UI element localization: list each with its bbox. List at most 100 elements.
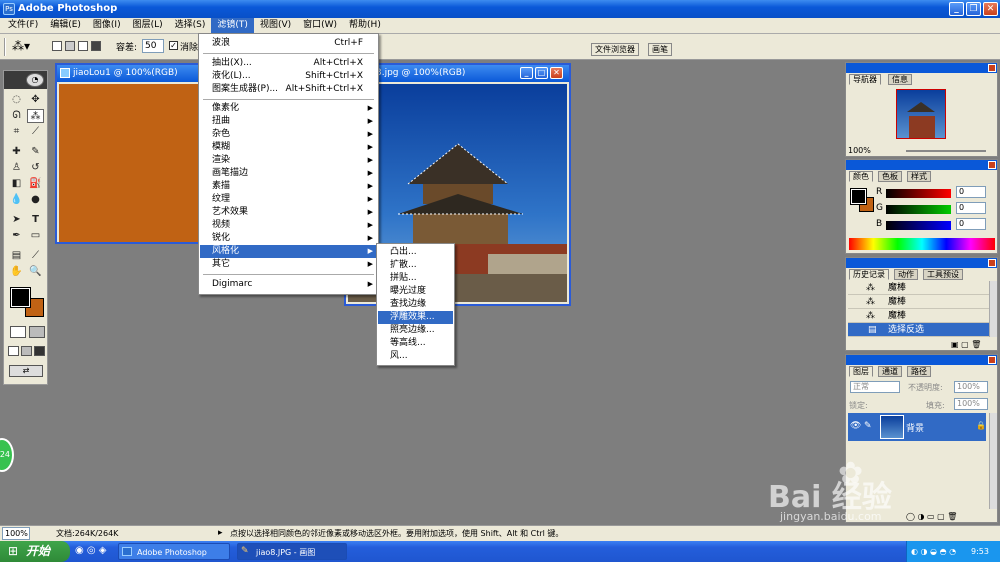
stylize-solarize[interactable]: 曝光过度 — [378, 285, 453, 298]
stylize-diffuse[interactable]: 扩散... — [378, 259, 453, 272]
navigator-zoom[interactable]: 100% — [848, 146, 871, 155]
layer-thumbnail[interactable] — [880, 415, 904, 439]
filter-other-item[interactable]: 其它 ▶ — [200, 258, 377, 271]
menu-file[interactable]: 文件(F) — [2, 18, 44, 33]
document-1-title[interactable]: jiaoLou1 @ 100%(RGB) — [57, 65, 200, 82]
layer-name[interactable]: 背景 — [906, 421, 924, 434]
palette-header[interactable] — [846, 355, 997, 365]
task-paint[interactable]: jiao8.JPG - 画图 — [237, 543, 347, 560]
menu-window[interactable]: 窗口(W) — [297, 18, 343, 33]
tab-tool-presets[interactable]: 工具预设 — [923, 269, 963, 280]
menu-help[interactable]: 帮助(H) — [343, 18, 387, 33]
menu-select[interactable]: 选择(S) — [169, 18, 212, 33]
brush-tool-icon[interactable]: ✎ — [27, 145, 44, 159]
layers-scrollbar[interactable] — [989, 413, 997, 509]
slice-tool-icon[interactable]: ⟋ — [27, 125, 44, 139]
new-selection-icon[interactable] — [52, 41, 62, 51]
crop-tool-icon[interactable]: ⌗ — [8, 125, 25, 139]
filter-distort-item[interactable]: 扭曲 ▶ — [200, 115, 377, 128]
palette-header[interactable] — [846, 258, 997, 268]
stylize-emboss[interactable]: 浮雕效果... — [378, 311, 453, 324]
clock[interactable]: 9:53 — [971, 541, 989, 562]
filter-sharpen-item[interactable]: 锐化 ▶ — [200, 232, 377, 245]
opacity-input[interactable]: 100% — [954, 381, 988, 393]
filter-liquify-item[interactable]: 液化(L)... Shift+Ctrl+X — [200, 70, 377, 83]
menu-image[interactable]: 图像(I) — [87, 18, 127, 33]
stylize-find-edges[interactable]: 查找边缘 — [378, 298, 453, 311]
screen-mode-standard-icon[interactable] — [8, 346, 19, 356]
tab-color[interactable]: 颜色 — [849, 171, 873, 182]
restore-button[interactable]: ❐ — [966, 2, 981, 16]
stylize-tiles[interactable]: 拼贴... — [378, 272, 453, 285]
stylize-glowing-edges[interactable]: 照亮边缘... — [378, 324, 453, 337]
paint-bucket-icon[interactable]: ⛽ — [27, 177, 44, 191]
antialias-checkbox[interactable]: ✓ — [169, 41, 178, 50]
dodge-tool-icon[interactable]: ● — [27, 193, 44, 207]
g-value[interactable]: 0 — [956, 202, 986, 214]
task-photoshop[interactable]: Adobe Photoshop — [118, 543, 230, 560]
b-value[interactable]: 0 — [956, 218, 986, 230]
pen-tool-icon[interactable]: ✒ — [8, 229, 25, 243]
r-value[interactable]: 0 — [956, 186, 986, 198]
history-scrollbar[interactable] — [989, 281, 997, 337]
foreground-color-swatch[interactable] — [10, 287, 31, 308]
filter-artistic-item[interactable]: 艺术效果 ▶ — [200, 206, 377, 219]
tab-swatches[interactable]: 色板 — [878, 171, 902, 182]
intersect-selection-icon[interactable] — [91, 41, 101, 51]
magic-wand-preset-icon[interactable]: ⁂▾ — [12, 39, 30, 53]
filter-stylize-item[interactable]: 风格化 ▶ — [200, 245, 377, 258]
status-doc-size[interactable]: 文档:264K/264K — [56, 526, 118, 541]
filter-extract-item[interactable]: 抽出(X)... Alt+Ctrl+X — [200, 57, 377, 70]
lasso-tool-icon[interactable]: ᘏ — [8, 109, 25, 123]
menu-view[interactable]: 视图(V) — [254, 18, 297, 33]
add-selection-icon[interactable] — [65, 41, 75, 51]
eraser-tool-icon[interactable]: ◧ — [8, 177, 25, 191]
tray-icons[interactable]: ◐ ◑ ◒ ◓ ◔ — [907, 547, 956, 556]
options-grip[interactable] — [4, 38, 6, 56]
green-badge[interactable]: 24 — [0, 438, 14, 472]
layer-actions-icon[interactable]: ◯ ◑ ▭ ▢ 🗑 — [906, 512, 957, 521]
palette-close-icon[interactable] — [988, 161, 996, 169]
notes-tool-icon[interactable]: ▤ — [8, 249, 25, 263]
blur-tool-icon[interactable]: 💧 — [8, 193, 25, 207]
r-slider[interactable] — [886, 189, 951, 198]
filter-last-item[interactable]: 波浪 Ctrl+F — [200, 37, 377, 50]
filter-pixelate-item[interactable]: 像素化 ▶ — [200, 102, 377, 115]
palette-header[interactable] — [846, 160, 997, 170]
tab-navigator[interactable]: 导航器 — [849, 74, 881, 85]
tab-history[interactable]: 历史记录 — [849, 269, 889, 280]
minimize-button[interactable]: _ — [949, 2, 964, 16]
layer-visibility-eye-icon[interactable]: 👁 — [850, 421, 861, 431]
navigator-thumbnail[interactable] — [896, 89, 946, 139]
adobe-logo-icon[interactable]: ◔ — [26, 73, 44, 87]
brushes-tab[interactable]: 画笔 — [648, 43, 672, 56]
history-brush-icon[interactable]: ↺ — [27, 161, 44, 175]
clone-stamp-icon[interactable]: ♙ — [8, 161, 25, 175]
photoshop-app-icon[interactable]: Ps — [3, 3, 15, 15]
menu-edit[interactable]: 编辑(E) — [44, 18, 87, 33]
type-tool-icon[interactable]: T — [27, 213, 44, 227]
standard-mode-icon[interactable] — [10, 326, 26, 338]
doc2-close-button[interactable]: ✕ — [550, 67, 563, 79]
tolerance-input[interactable]: 50 — [142, 39, 164, 53]
history-snapshot-icon[interactable]: ▣ ▢ 🗑 — [951, 340, 981, 349]
palette-close-icon[interactable] — [988, 356, 996, 364]
filter-texture-item[interactable]: 纹理 ▶ — [200, 193, 377, 206]
filter-digimarc-item[interactable]: Digimarc ▶ — [200, 278, 377, 291]
stylize-trace-contour[interactable]: 等高线... — [378, 337, 453, 350]
b-slider[interactable] — [886, 221, 951, 230]
menu-filter[interactable]: 滤镜(T) — [211, 18, 254, 33]
rectangle-tool-icon[interactable]: ▭ — [27, 229, 44, 243]
tab-channels[interactable]: 通道 — [878, 366, 902, 377]
stylize-extrude[interactable]: 凸出... — [378, 246, 453, 259]
g-slider[interactable] — [886, 205, 951, 214]
document-1-canvas[interactable] — [59, 84, 198, 242]
doc2-maximize-button[interactable]: □ — [535, 67, 548, 79]
filter-noise-item[interactable]: 杂色 ▶ — [200, 128, 377, 141]
magic-wand-tool-icon[interactable]: ⁂ — [27, 109, 44, 123]
tab-layers[interactable]: 图层 — [849, 366, 873, 377]
filter-sketch-item[interactable]: 素描 ▶ — [200, 180, 377, 193]
fill-input[interactable]: 100% — [954, 398, 988, 410]
marquee-tool-icon[interactable]: ◌ — [8, 93, 25, 107]
filter-video-item[interactable]: 视频 ▶ — [200, 219, 377, 232]
